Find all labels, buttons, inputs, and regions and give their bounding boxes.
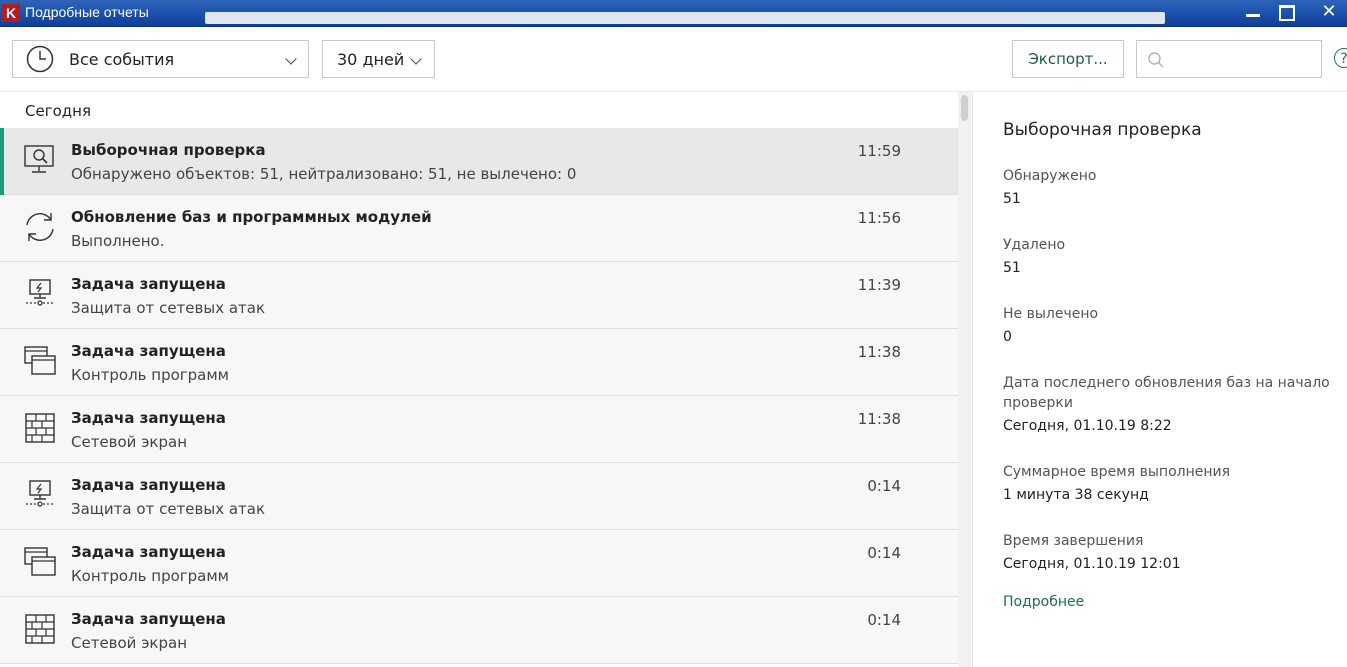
- toolbar: Все события 30 дней Экспорт... ?: [0, 27, 1347, 92]
- detail-value: 51: [1003, 191, 1021, 207]
- events-filter-dropdown[interactable]: Все события: [12, 40, 309, 78]
- event-row[interactable]: Задача запущена Контроль программ 11:38: [0, 329, 958, 396]
- close-icon: ✕: [1321, 1, 1337, 22]
- details-pane: Выборочная проверка Обнаружено 51 Удален…: [972, 92, 1347, 667]
- title-bar: K Подробные отчеты ✕: [0, 0, 1347, 27]
- firewall-icon: [25, 413, 55, 443]
- event-time: 11:38: [857, 343, 901, 361]
- event-subtitle: Сетевой экран: [71, 433, 188, 451]
- event-subtitle: Защита от сетевых атак: [71, 299, 266, 317]
- event-title: Выборочная проверка: [71, 141, 266, 159]
- detail-value: Сегодня, 01.10.19 12:01: [1003, 556, 1181, 572]
- update-icon: [26, 213, 54, 241]
- window-title: Подробные отчеты: [25, 4, 149, 20]
- maximize-button[interactable]: [1271, 2, 1301, 22]
- help-icon[interactable]: ?: [1334, 48, 1347, 68]
- firewall-icon: [25, 614, 55, 644]
- event-time: 0:14: [867, 544, 901, 562]
- detail-label: Удалено: [1003, 237, 1066, 253]
- event-subtitle: Выполнено.: [71, 232, 165, 250]
- kaspersky-logo-icon: K: [2, 4, 20, 22]
- title-bar-glass: [205, 12, 1165, 24]
- detail-label: Суммарное время выполнения: [1003, 464, 1231, 480]
- event-title: Обновление баз и программных модулей: [71, 208, 432, 226]
- minimize-icon: [1246, 14, 1260, 17]
- event-subtitle: Контроль программ: [71, 567, 229, 585]
- network-attack-icon: [26, 279, 54, 306]
- close-button[interactable]: ✕: [1312, 2, 1346, 22]
- event-title: Задача запущена: [71, 610, 226, 628]
- detail-value: Сегодня, 01.10.19 8:22: [1003, 418, 1172, 434]
- event-title: Задача запущена: [71, 275, 226, 293]
- event-row[interactable]: Задача запущена Защита от сетевых атак 1…: [0, 262, 958, 329]
- app-control-icon: [24, 346, 56, 375]
- events-list-scrollbar[interactable]: [958, 92, 971, 667]
- detail-value: 1 минута 38 секунд: [1003, 487, 1149, 503]
- detail-label: Дата последнего обновления баз на начало…: [1003, 375, 1330, 411]
- event-subtitle: Сетевой экран: [71, 634, 188, 652]
- event-title: Задача запущена: [71, 543, 226, 561]
- event-row[interactable]: Задача запущена Контроль программ 0:14: [0, 530, 958, 597]
- custom-scan-icon: [24, 145, 54, 173]
- event-row[interactable]: Задача запущена Сетевой экран 11:38: [0, 396, 958, 463]
- search-input[interactable]: [1175, 49, 1319, 71]
- event-title: Задача запущена: [71, 476, 226, 494]
- event-time: 0:14: [867, 477, 901, 495]
- event-row[interactable]: Задача запущена Защита от сетевых атак 0…: [0, 463, 958, 530]
- chevron-down-icon: [285, 53, 297, 65]
- export-button[interactable]: Экспорт...: [1012, 40, 1124, 78]
- event-row[interactable]: Выборочная проверка Обнаружено объектов:…: [0, 128, 958, 195]
- event-subtitle: Защита от сетевых атак: [71, 500, 266, 518]
- app-control-icon: [24, 547, 56, 576]
- selection-indicator: [0, 128, 4, 195]
- period-filter-dropdown[interactable]: 30 дней: [322, 40, 435, 78]
- event-time: 11:56: [857, 209, 901, 227]
- event-time: 0:14: [867, 611, 901, 629]
- detail-label: Не вылечено: [1003, 306, 1099, 322]
- detail-label: Обнаружено: [1003, 168, 1097, 184]
- network-attack-icon: [26, 480, 54, 507]
- chevron-down-icon: [410, 53, 422, 65]
- detail-value: 51: [1003, 260, 1021, 276]
- period-filter-label: 30 дней: [337, 50, 405, 69]
- events-list: Сегодня Выборочная проверка Обнаружено о…: [0, 92, 958, 667]
- group-header-today: Сегодня: [25, 102, 91, 120]
- event-title: Задача запущена: [71, 409, 226, 427]
- maximize-icon: [1279, 5, 1295, 21]
- event-time: 11:38: [857, 410, 901, 428]
- events-filter-label: Все события: [69, 50, 175, 69]
- scrollbar-thumb[interactable]: [961, 95, 968, 121]
- event-row[interactable]: Задача запущена Сетевой экран 0:14: [0, 597, 958, 664]
- minimize-button[interactable]: [1238, 2, 1268, 22]
- clock-icon: [26, 45, 54, 73]
- event-time: 11:39: [857, 276, 901, 294]
- event-title: Задача запущена: [71, 342, 226, 360]
- search-icon: [1148, 52, 1164, 68]
- details-title: Выборочная проверка: [1003, 120, 1202, 140]
- more-details-link[interactable]: Подробнее: [1003, 594, 1084, 610]
- event-time: 11:59: [857, 142, 901, 160]
- event-subtitle: Контроль программ: [71, 366, 229, 384]
- event-row[interactable]: Обновление баз и программных модулей Вып…: [0, 195, 958, 262]
- detail-label: Время завершения: [1003, 533, 1144, 549]
- event-subtitle: Обнаружено объектов: 51, нейтрализовано:…: [71, 165, 577, 183]
- detail-value: 0: [1003, 329, 1012, 345]
- search-field[interactable]: [1136, 40, 1322, 78]
